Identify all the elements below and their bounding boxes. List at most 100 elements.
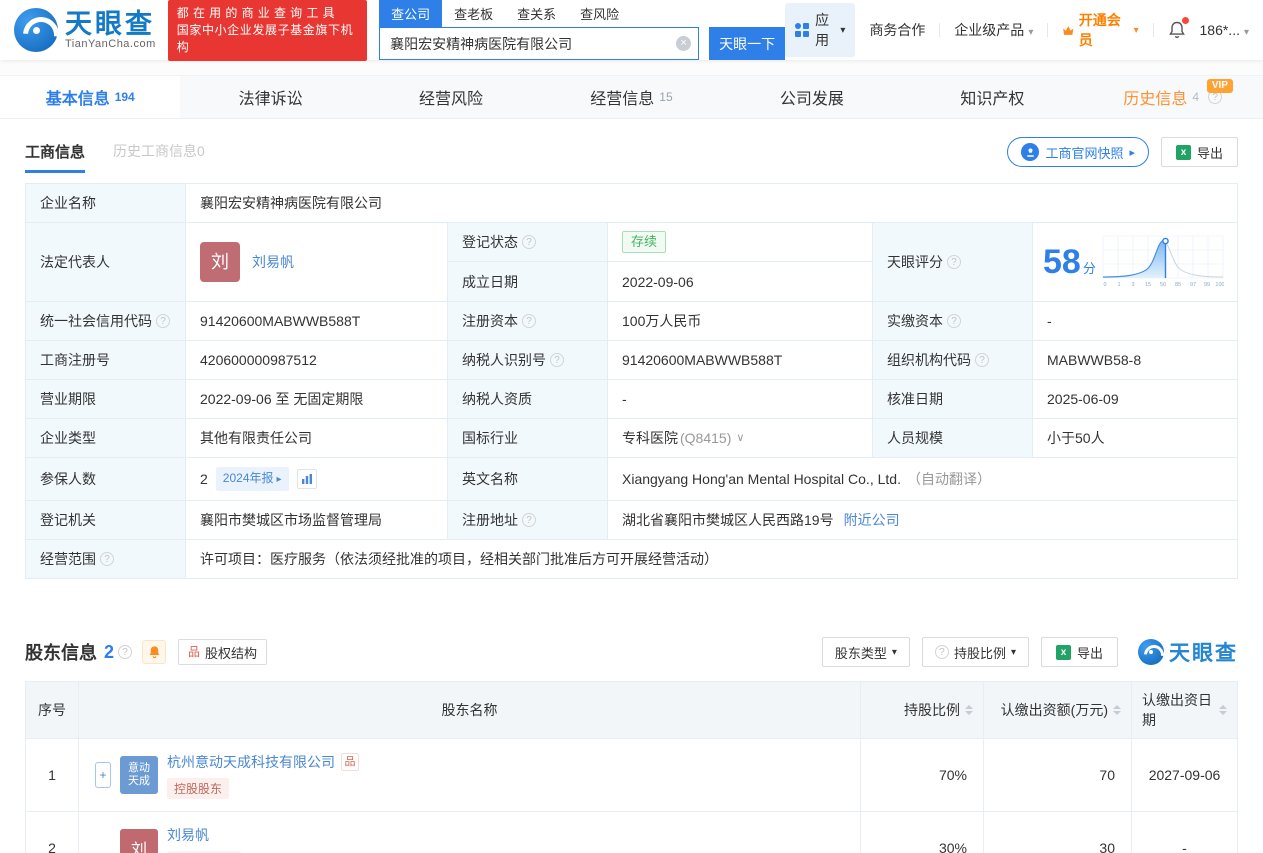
search-area: 查公司 查老板 查关系 查风险 天眼一下: [379, 0, 786, 60]
equity-chart-icon[interactable]: [341, 752, 359, 771]
vip-badge: VIP: [1206, 79, 1233, 93]
equity-structure-button[interactable]: 股权结构: [178, 639, 268, 665]
sort-icon[interactable]: [1219, 705, 1227, 715]
field-value-taxpayer-id: 91420600MABWWB588T: [608, 341, 873, 380]
help-icon[interactable]: [975, 353, 989, 367]
field-label-company-name: 企业名称: [26, 184, 186, 223]
search-tab-risk[interactable]: 查风险: [568, 0, 631, 27]
nav-business-cooperation[interactable]: 商务合作: [869, 20, 925, 40]
field-value-tyc-score[interactable]: 58 分 0 1 3 15 50 85 97 99 100: [1033, 223, 1238, 302]
nav-open-vip[interactable]: 开通会员: [1062, 10, 1138, 50]
field-label-uscc: 统一社会信用代码: [26, 302, 186, 341]
legal-rep-avatar[interactable]: 刘: [200, 242, 240, 282]
annual-report-badge[interactable]: 2024年报: [215, 467, 289, 491]
field-value-reg-capital: 100万人民币: [608, 302, 873, 341]
account-phone-menu[interactable]: 186*...: [1200, 22, 1250, 38]
top-nav: 应用 商务合作 企业级产品 开通会员 186*...: [785, 3, 1249, 57]
field-label-reg-capital: 注册资本: [448, 302, 608, 341]
shareholders-header: 股东信息 2 股权结构 股东类型 持股比例 导出 天眼查: [25, 637, 1238, 667]
nav-enterprise-products[interactable]: 企业级产品: [954, 20, 1033, 40]
help-icon[interactable]: [947, 255, 961, 269]
shareholder-name-link[interactable]: 杭州意动天成科技有限公司: [167, 752, 335, 772]
tab-operation-info[interactable]: 经营信息 15: [541, 76, 721, 118]
help-icon[interactable]: [118, 645, 133, 659]
sub-tabs-row: 工商信息 历史工商信息0 工商官网快照 导出: [25, 137, 1238, 173]
export-button[interactable]: 导出: [1160, 137, 1238, 167]
tab-history-info[interactable]: 历史信息4 VIP: [1083, 76, 1263, 118]
tab-intellectual-property[interactable]: 知识产权: [902, 76, 1082, 118]
field-label-taxpayer-qualification: 纳税人资质: [448, 380, 608, 419]
nearby-companies-link[interactable]: 附近公司: [844, 510, 900, 530]
header-gap: [0, 60, 1263, 75]
search-button[interactable]: 天眼一下: [709, 27, 786, 60]
notification-dot: [1181, 17, 1189, 24]
notifications-bell-icon[interactable]: [1168, 17, 1189, 40]
tianyancha-logo-icon: [1138, 639, 1164, 665]
shareholders-export-button[interactable]: 导出: [1040, 637, 1118, 667]
field-value-industry[interactable]: 专科医院 (Q8415): [608, 419, 873, 458]
search-input[interactable]: [379, 27, 700, 60]
field-value-english-name: Xiangyang Hong'an Mental Hospital Co., L…: [608, 458, 1238, 501]
search-tab-company[interactable]: 查公司: [379, 0, 443, 27]
col-header-amount[interactable]: 认缴出资额(万元): [984, 682, 1132, 738]
field-label-reg-status: 登记状态: [448, 223, 608, 262]
legal-rep-name-link[interactable]: 刘易帆: [252, 252, 294, 272]
field-label-approval-date: 核准日期: [873, 380, 1033, 419]
field-label-reg-authority: 登记机关: [26, 501, 186, 540]
clear-search-icon[interactable]: [676, 36, 692, 51]
field-label-paid-capital: 实缴资本: [873, 302, 1033, 341]
field-value-reg-authority: 襄阳市樊城区市场监督管理局: [186, 501, 448, 540]
sort-icon[interactable]: [1113, 705, 1121, 715]
col-header-ratio[interactable]: 持股比例: [861, 682, 984, 738]
sort-icon[interactable]: [965, 705, 973, 715]
col-header-date[interactable]: 认缴出资日期: [1132, 682, 1237, 738]
help-icon[interactable]: [522, 513, 536, 527]
field-value-company-type: 其他有限责任公司: [186, 419, 448, 458]
shareholder-avatar[interactable]: 意动 天成: [120, 756, 158, 794]
field-value-uscc: 91420600MABWWB588T: [186, 302, 448, 341]
help-icon[interactable]: [100, 552, 114, 566]
watermark-text: 天眼查: [1169, 642, 1238, 665]
subtab-business-info[interactable]: 工商信息: [25, 141, 86, 173]
official-snapshot-button[interactable]: 工商官网快照: [1007, 137, 1149, 167]
row-index: 1: [26, 739, 79, 811]
svg-text:15: 15: [1145, 282, 1151, 288]
field-label-reg-address: 注册地址: [448, 501, 608, 540]
tab-count: 4: [1192, 90, 1200, 104]
score-unit: 分: [1082, 261, 1096, 276]
svg-text:100: 100: [1215, 282, 1224, 288]
field-label-industry: 国标行业: [448, 419, 608, 458]
tab-operation-risk[interactable]: 经营风险: [361, 76, 541, 118]
score-number: 58: [1043, 243, 1081, 281]
shareholder-name-link[interactable]: 刘易帆: [167, 825, 209, 845]
shareholder-type-filter[interactable]: 股东类型: [821, 637, 910, 667]
tianyancha-logo[interactable]: 天眼查 TianYanCha.com: [14, 8, 156, 52]
subtab-history-business-info[interactable]: 历史工商信息0: [113, 141, 205, 173]
crown-icon: [1063, 25, 1074, 35]
shareholder-name-cell: 意动天成 杭州意动天成科技有限公司 控股股东: [79, 739, 861, 811]
holding-ratio-filter[interactable]: 持股比例: [921, 637, 1029, 667]
insured-trend-icon[interactable]: [296, 469, 317, 489]
help-icon[interactable]: [522, 314, 536, 328]
help-icon[interactable]: [522, 235, 536, 249]
field-label-business-term: 营业期限: [26, 380, 186, 419]
field-value-reg-address: 湖北省襄阳市樊城区人民西路19号 附近公司: [608, 501, 1238, 540]
apps-grid-icon: [795, 23, 810, 37]
excel-icon: [1175, 144, 1191, 160]
promo-banner: 都在用的商业查询工具 国家中小企业发展子基金旗下机构: [167, 0, 368, 61]
help-icon[interactable]: [947, 314, 961, 328]
tab-basic-info[interactable]: 基本信息 194: [0, 76, 181, 118]
monitor-bell-button[interactable]: [142, 640, 167, 664]
shareholder-avatar[interactable]: 刘: [120, 829, 158, 853]
svg-text:3: 3: [1131, 282, 1134, 288]
tab-legal-proceedings[interactable]: 法律诉讼: [180, 76, 360, 118]
search-tab-relation[interactable]: 查关系: [505, 0, 568, 27]
tab-company-development[interactable]: 公司发展: [722, 76, 902, 118]
apps-label: 应用: [815, 12, 830, 48]
help-icon[interactable]: [156, 314, 170, 328]
search-tab-boss[interactable]: 查老板: [442, 0, 505, 27]
help-icon[interactable]: [550, 353, 564, 367]
apps-menu-button[interactable]: 应用: [785, 3, 856, 57]
main-content: 工商信息 历史工商信息0 工商官网快照 导出 企业名称 襄阳宏安精神病医院有限公…: [0, 137, 1263, 853]
expand-button[interactable]: [95, 762, 111, 788]
